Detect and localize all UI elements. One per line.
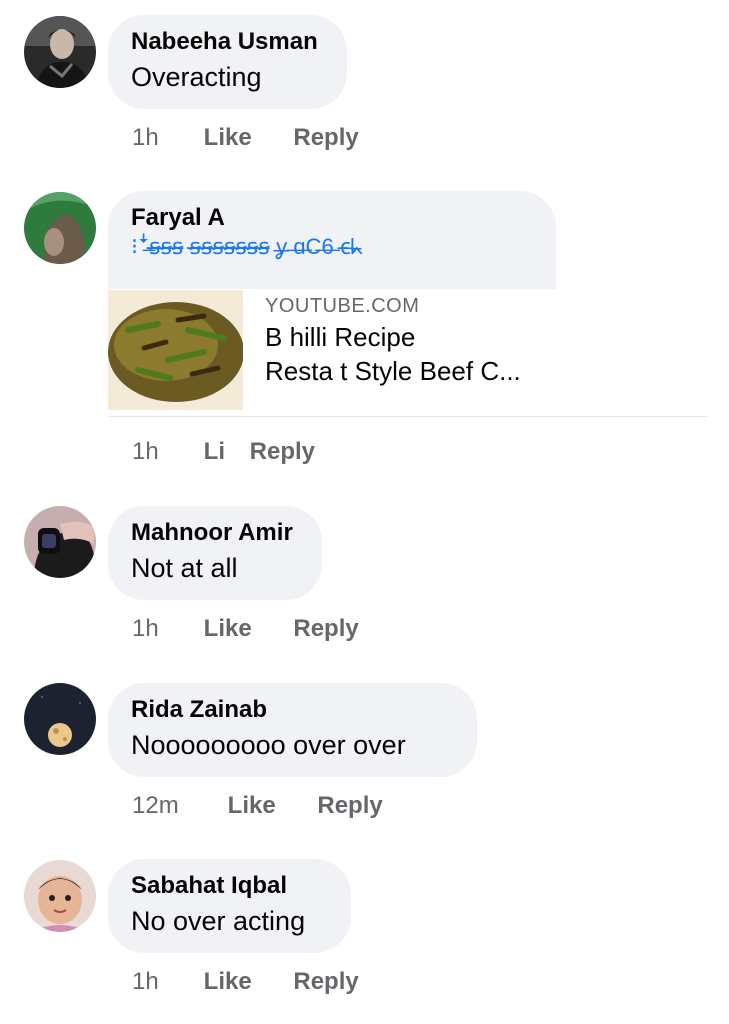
comment-actions: 1h Like Reply <box>132 967 359 997</box>
comment-actions: 12m Like Reply <box>132 791 383 821</box>
comment-actions: 1h Li Reply <box>132 437 315 467</box>
like-button[interactable]: Li <box>204 437 225 467</box>
commenter-name[interactable]: Nabeeha Usman <box>131 27 323 57</box>
comment-actions: 1h Like Reply <box>132 614 359 644</box>
avatar[interactable] <box>24 192 96 264</box>
reply-button[interactable]: Reply <box>317 792 382 819</box>
reply-button[interactable]: Reply <box>293 124 358 151</box>
timestamp[interactable]: 1h <box>132 123 197 153</box>
comment-text: Not at all <box>131 553 238 583</box>
link-preview-card[interactable]: YOUTUBE.COM B hilli Recipe Resta t Style… <box>108 290 708 417</box>
link-url-text[interactable]: ⁝ꜜ̶ꞩ̶ꞩ̶ꞩ̶ ꞩ̶ꞩ̶ꞩ̶ꞩ̶ꞩ̶ꞩ̶ꞩ̶ ỿ̶ ̶ɑ̶C̶6̶ ꞓ̶ᖾ̶ <box>131 233 532 261</box>
profile-photo-icon <box>24 16 96 88</box>
profile-photo-icon <box>24 506 96 578</box>
like-button[interactable]: Like <box>228 791 276 821</box>
comment-bubble: Mahnoor Amir Not at all <box>108 506 322 600</box>
link-title-line-2: Resta t Style Beef C... <box>265 356 521 386</box>
link-thumbnail <box>108 290 243 410</box>
comment-text: Overacting <box>131 62 262 92</box>
timestamp[interactable]: 1h <box>132 614 197 644</box>
reply-button[interactable]: Reply <box>293 615 358 642</box>
comment-2: Faryal A ⁝ꜜ̶ꞩ̶ꞩ̶ꞩ̶ ꞩ̶ꞩ̶ꞩ̶ꞩ̶ꞩ̶ꞩ̶ꞩ̶ ỿ̶ ̶ɑ̶… <box>0 191 729 465</box>
avatar[interactable] <box>24 860 96 932</box>
comment-bubble: Nabeeha Usman Overacting <box>108 15 347 109</box>
profile-photo-icon <box>24 683 96 755</box>
reply-button[interactable]: Reply <box>293 968 358 995</box>
commenter-name[interactable]: Sabahat Iqbal <box>131 871 327 901</box>
comment-bubble: Rida Zainab Nooooooooo over over <box>108 683 477 777</box>
comment-bubble: Sabahat Iqbal No over acting <box>108 859 351 953</box>
timestamp[interactable]: 12m <box>132 791 221 821</box>
commenter-name[interactable]: Faryal A <box>131 203 532 233</box>
timestamp[interactable]: 1h <box>132 437 197 467</box>
comment-text: No over acting <box>131 906 306 936</box>
link-title-line-1: B hilli Recipe <box>265 322 416 352</box>
like-button[interactable]: Like <box>204 123 252 153</box>
avatar[interactable] <box>24 16 96 88</box>
comment-bubble: Faryal A ⁝ꜜ̶ꞩ̶ꞩ̶ꞩ̶ ꞩ̶ꞩ̶ꞩ̶ꞩ̶ꞩ̶ꞩ̶ꞩ̶ ỿ̶ ̶ɑ̶… <box>108 191 556 289</box>
avatar[interactable] <box>24 506 96 578</box>
comment-actions: 1h Like Reply <box>132 123 359 153</box>
timestamp[interactable]: 1h <box>132 967 197 997</box>
link-info: YOUTUBE.COM B hilli Recipe Resta t Style… <box>265 292 521 388</box>
link-domain: YOUTUBE.COM <box>265 295 420 317</box>
comment-text: Nooooooooo over over <box>131 730 406 760</box>
commenter-name[interactable]: Rida Zainab <box>131 695 453 725</box>
reply-button[interactable]: Reply <box>250 438 315 465</box>
beef-chilli-food-icon <box>108 290 243 410</box>
like-button[interactable]: Like <box>204 614 252 644</box>
commenter-name[interactable]: Mahnoor Amir <box>131 518 298 548</box>
avatar[interactable] <box>24 683 96 755</box>
profile-photo-icon <box>24 860 96 932</box>
like-button[interactable]: Like <box>204 967 252 997</box>
profile-photo-icon <box>24 192 96 264</box>
